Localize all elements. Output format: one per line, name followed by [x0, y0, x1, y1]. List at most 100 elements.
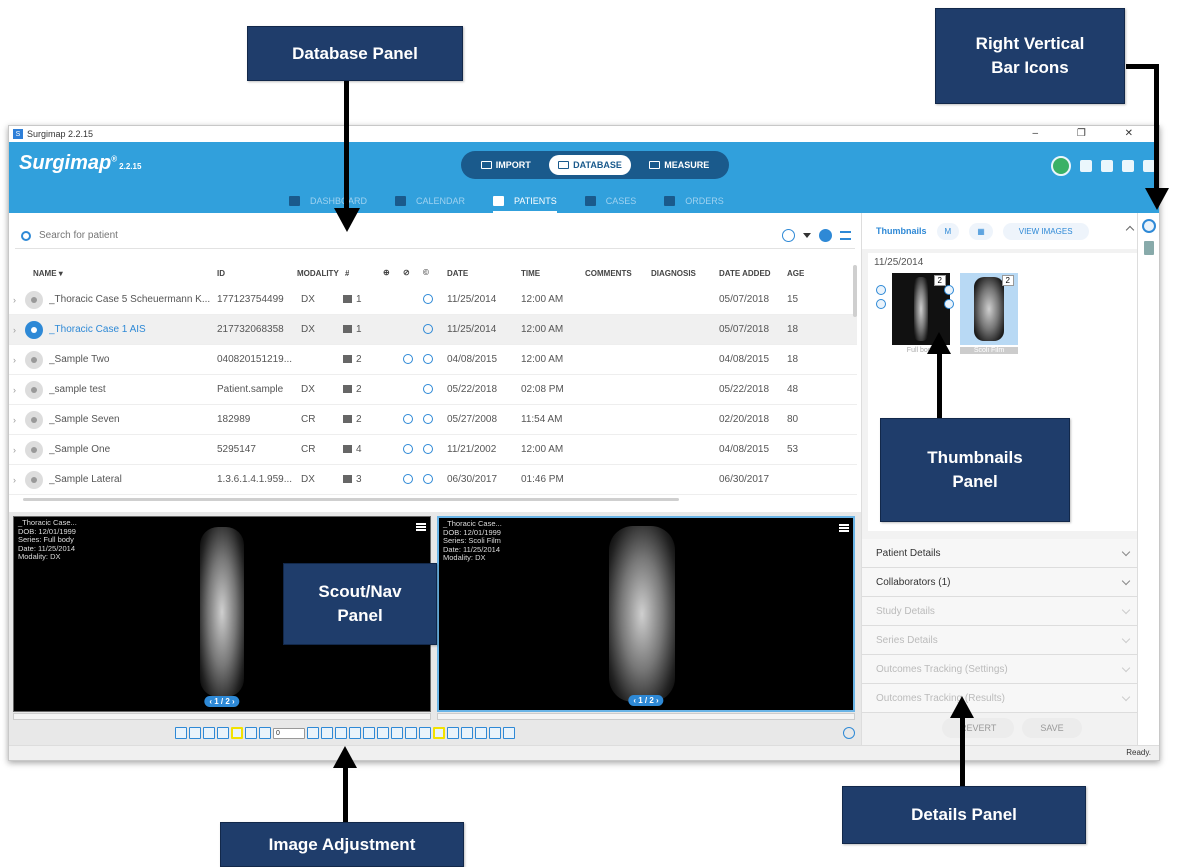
add-patient-button[interactable]: [819, 229, 832, 242]
column-header-id[interactable]: ID: [217, 269, 225, 278]
contrast-icon[interactable]: [217, 727, 229, 739]
tab-orders[interactable]: ORDERS: [664, 190, 724, 212]
viewer-pager[interactable]: ‹ 1 / 2 ›: [628, 695, 664, 706]
section-outcomes-settings[interactable]: Outcomes Tracking (Settings): [862, 655, 1149, 684]
collapse-chevron-icon[interactable]: [1125, 225, 1135, 235]
viewer-menu-icon[interactable]: [839, 524, 849, 532]
tab-cases[interactable]: CASES: [584, 190, 636, 212]
app-logo-icon: S: [13, 129, 23, 139]
column-header-measure[interactable]: ⊘: [403, 268, 410, 277]
fit-icon[interactable]: [363, 727, 375, 739]
bell-icon[interactable]: [1122, 160, 1134, 172]
viewer-pager[interactable]: ‹ 1 / 2 ›: [204, 696, 240, 707]
section-outcomes-results[interactable]: Outcomes Tracking (Results): [862, 684, 1149, 713]
table-row[interactable]: › _sample test Patient.sample DX 2 05/22/2018…: [9, 375, 857, 405]
image-viewer-right[interactable]: _Thoracic Case... DOB: 12/01/1999 Series…: [437, 516, 855, 712]
mode-database-button[interactable]: DATABASE: [549, 155, 631, 175]
column-header-time[interactable]: TIME: [521, 269, 540, 278]
pan-icon[interactable]: [391, 727, 403, 739]
window-value-input[interactable]: 0: [273, 727, 305, 739]
target-icon[interactable]: [503, 727, 515, 739]
table-row[interactable]: › _Sample Seven 182989 CR 2 05/27/2008 11:54 A…: [9, 405, 857, 435]
section-collaborators[interactable]: Collaborators (1): [862, 568, 1149, 597]
section-label: Study Details: [876, 605, 935, 617]
column-header-count[interactable]: #: [345, 269, 349, 278]
column-header-age[interactable]: AGE: [787, 269, 804, 278]
revert-button[interactable]: REVERT: [942, 718, 1015, 738]
export-document-icon[interactable]: [1144, 241, 1154, 255]
layout-icon[interactable]: [175, 727, 187, 739]
list-options-icon[interactable]: [840, 231, 851, 240]
expand-chevron-icon[interactable]: ›: [13, 415, 16, 425]
reset-icon[interactable]: [489, 727, 501, 739]
grid-icon[interactable]: [245, 727, 257, 739]
thumbnail-scoli-film[interactable]: 2 Scoli Film: [944, 273, 1018, 357]
column-header-comments[interactable]: COMMENTS: [585, 269, 632, 278]
expand-chevron-icon[interactable]: ›: [13, 355, 16, 365]
viewer-right-scrollbar[interactable]: [437, 713, 855, 720]
column-header-case[interactable]: ©: [423, 268, 429, 277]
clear-search-icon[interactable]: [782, 229, 795, 242]
table-horizontal-scrollbar[interactable]: [23, 498, 679, 501]
auto-icon[interactable]: [405, 727, 417, 739]
window-level-icon[interactable]: [259, 727, 271, 739]
thumbnails-grid-button[interactable]: ▦: [969, 222, 993, 240]
cloud-sync-icon[interactable]: [1051, 156, 1071, 176]
table-vertical-scrollbar[interactable]: [853, 265, 857, 317]
column-header-date[interactable]: DATE: [447, 269, 468, 278]
thumb-action-icon[interactable]: [944, 299, 954, 309]
home-icon[interactable]: [1080, 160, 1092, 172]
edit-icon[interactable]: [461, 727, 473, 739]
thumb-action-icon[interactable]: [876, 285, 886, 295]
column-header-date-added[interactable]: DATE ADDED: [719, 269, 771, 278]
expand-chevron-icon[interactable]: ›: [13, 445, 16, 455]
expand-chevron-icon[interactable]: ›: [13, 295, 16, 305]
thumbnails-header: Thumbnails M ▦ VIEW IMAGES: [862, 213, 1149, 249]
thumb-action-icon[interactable]: [944, 285, 954, 295]
rotate-icon[interactable]: [321, 727, 333, 739]
camera-icon[interactable]: [1101, 160, 1113, 172]
chevron-down-icon[interactable]: [803, 233, 811, 238]
expand-chevron-icon[interactable]: ›: [13, 385, 16, 395]
table-row[interactable]: › _Thoracic Case 5 Scheuermann K... 177123…: [9, 285, 857, 315]
viewer-left-scrollbar[interactable]: [13, 713, 431, 720]
calculator-icon[interactable]: [475, 727, 487, 739]
expand-chevron-icon[interactable]: ›: [13, 325, 16, 335]
details-list-icon[interactable]: [1142, 219, 1156, 233]
expand-chevron-icon[interactable]: ›: [13, 475, 16, 485]
tab-calendar[interactable]: CALENDAR: [395, 190, 465, 212]
thumbnails-m-button[interactable]: M: [936, 222, 960, 240]
column-header-plan[interactable]: ⊕: [383, 268, 390, 277]
column-header-modality[interactable]: MODALITY: [297, 269, 339, 278]
column-header-diagnosis[interactable]: DIAGNOSIS: [651, 269, 696, 278]
flip-vertical-icon[interactable]: [335, 727, 347, 739]
window-controls[interactable]: – ❐ ✕: [1033, 128, 1151, 139]
mode-import-button[interactable]: IMPORT: [472, 155, 540, 175]
section-study-details[interactable]: Study Details: [862, 597, 1149, 626]
view-images-button[interactable]: VIEW IMAGES: [1002, 222, 1089, 240]
stepper-icon[interactable]: [307, 727, 319, 739]
pen-icon[interactable]: [433, 727, 445, 739]
mode-measure-button[interactable]: MEASURE: [640, 155, 718, 175]
help-icon[interactable]: [203, 727, 215, 739]
section-series-details[interactable]: Series Details: [862, 626, 1149, 655]
section-patient-details[interactable]: Patient Details: [862, 539, 1149, 568]
chart-icon[interactable]: [231, 727, 243, 739]
arrow-image-adjustment: [343, 766, 348, 823]
table-row[interactable]: › _Sample One 5295147 CR 4 11/21/2002 12:00 AM…: [9, 435, 857, 465]
tab-patients[interactable]: PATIENTS: [493, 190, 557, 213]
more-tools-icon[interactable]: [843, 727, 855, 739]
table-row[interactable]: › _Sample Two 040820151219... 2 04/08/2015 12…: [9, 345, 857, 375]
asterisk-icon[interactable]: [189, 727, 201, 739]
crop-icon[interactable]: [419, 727, 431, 739]
table-row[interactable]: › _Thoracic Case 1 AIS 217732068358 DX 1 11/2…: [9, 315, 857, 345]
column-header-name[interactable]: NAME ▾: [33, 269, 63, 278]
zoom-icon[interactable]: [377, 727, 389, 739]
viewer-menu-icon[interactable]: [416, 523, 426, 531]
image-adjustment-toolbar: 0: [9, 722, 861, 744]
thumb-action-icon[interactable]: [876, 299, 886, 309]
flip-horizontal-icon[interactable]: [349, 727, 361, 739]
table-row[interactable]: › _Sample Lateral 1.3.6.1.4.1.959... DX 3 06/…: [9, 465, 857, 495]
save-button[interactable]: SAVE: [1022, 718, 1082, 738]
eye-icon[interactable]: [447, 727, 459, 739]
